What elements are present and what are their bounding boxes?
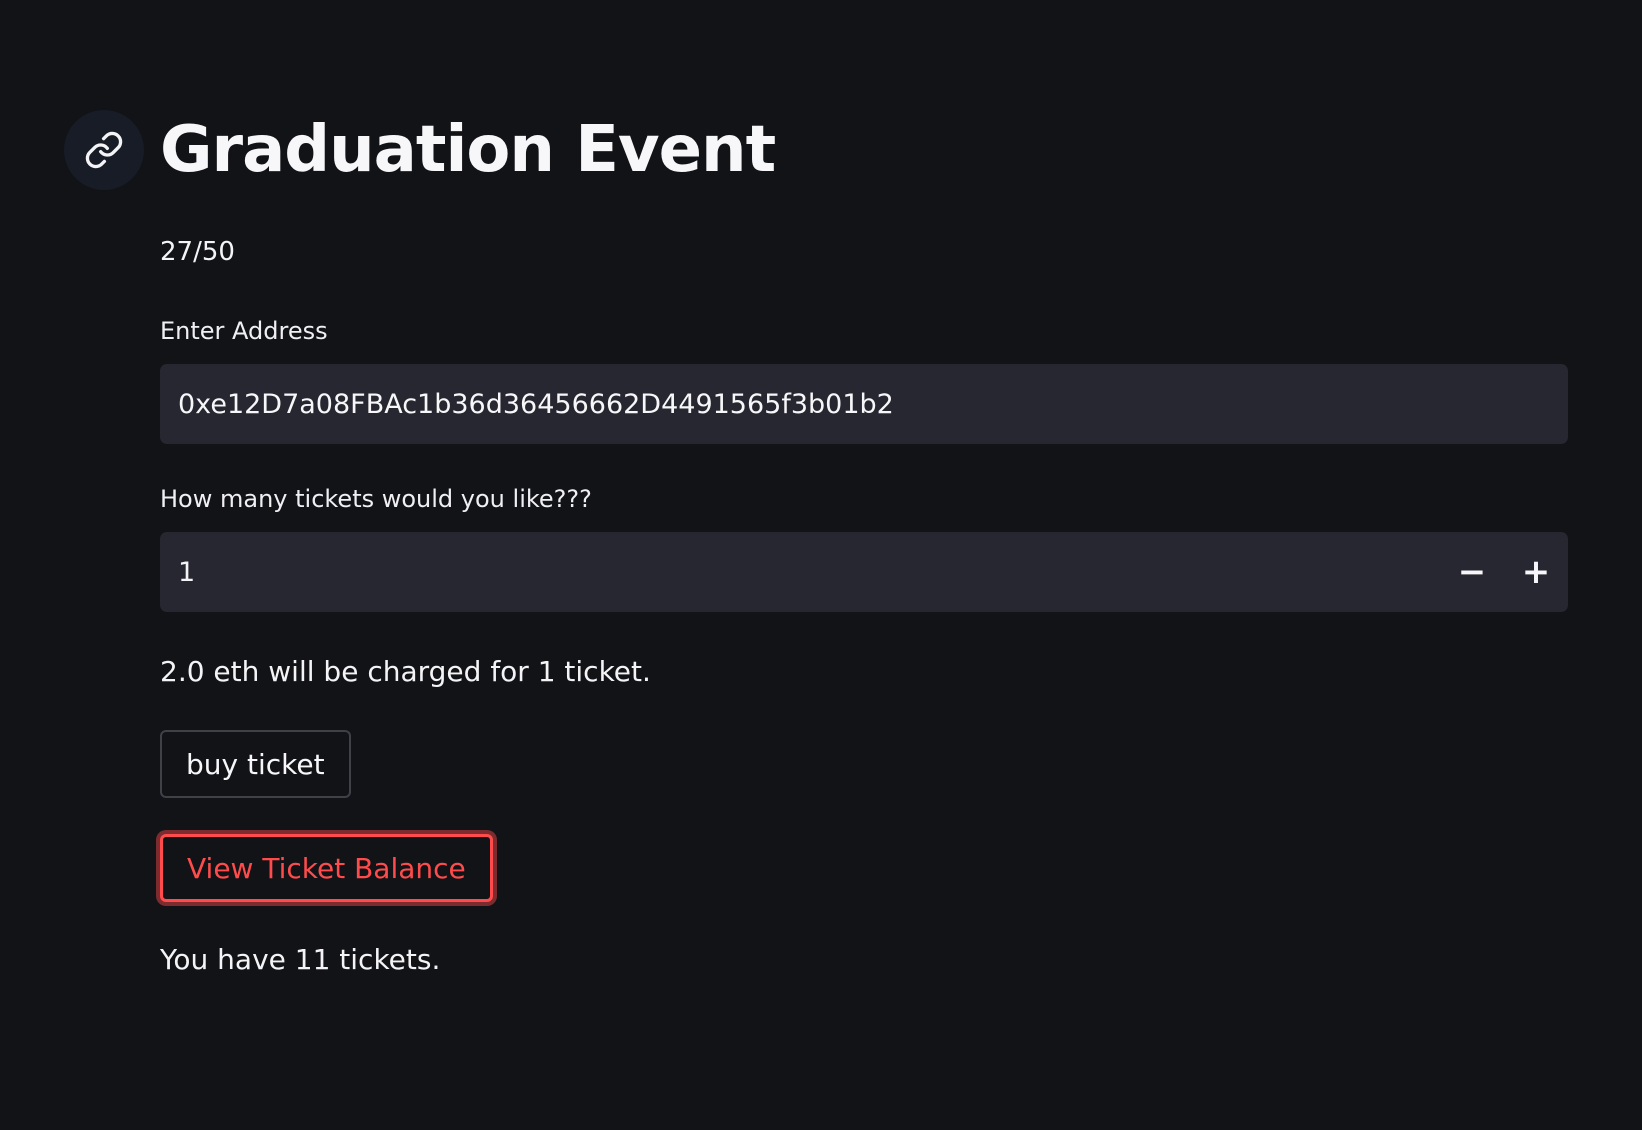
increment-button[interactable]: + xyxy=(1504,532,1568,612)
page-header: Graduation Event xyxy=(64,110,776,190)
address-input-value: 0xe12D7a08FBAc1b36d36456662D4491565f3b01… xyxy=(178,388,894,420)
link-icon[interactable] xyxy=(64,110,144,190)
buy-ticket-button[interactable]: buy ticket xyxy=(160,730,351,798)
page-title: Graduation Event xyxy=(160,113,776,187)
address-label: Enter Address xyxy=(160,317,328,345)
tickets-input-value[interactable]: 1 xyxy=(178,557,1440,588)
address-input[interactable]: 0xe12D7a08FBAc1b36d36456662D4491565f3b01… xyxy=(160,364,1568,444)
view-ticket-balance-button[interactable]: View Ticket Balance xyxy=(160,834,493,902)
decrement-button[interactable]: − xyxy=(1440,532,1504,612)
tickets-label: How many tickets would you like??? xyxy=(160,485,592,513)
balance-text: You have 11 tickets. xyxy=(160,943,441,976)
tickets-number-input[interactable]: 1 − + xyxy=(160,532,1568,612)
ticket-count-text: 27/50 xyxy=(160,237,235,267)
main-content: 27/50 Enter Address 0xe12D7a08FBAc1b36d3… xyxy=(160,232,1568,980)
charge-text: 2.0 eth will be charged for 1 ticket. xyxy=(160,655,651,688)
